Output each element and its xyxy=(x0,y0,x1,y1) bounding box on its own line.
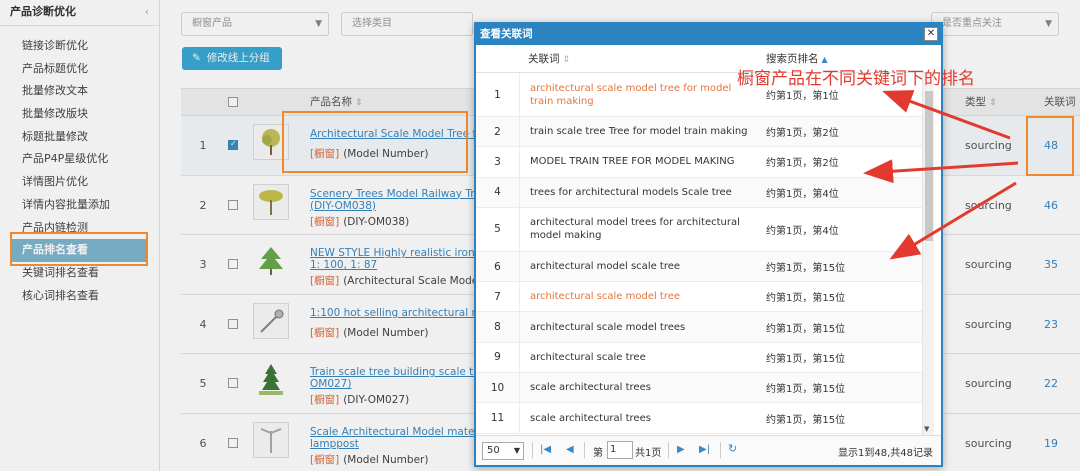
keyword-row[interactable]: 2 train scale tree Tree for model train m… xyxy=(476,117,922,148)
first-page-icon[interactable]: |◀ xyxy=(540,444,551,455)
keyword-text: architectural model trees for architectu… xyxy=(530,217,740,242)
last-page-icon[interactable]: ▶| xyxy=(699,444,710,455)
keyword-text: scale architectural trees xyxy=(530,382,651,394)
dialog-pager: 50 ▼ |◀ ◀ 第 1 共1页 ▶ ▶| ↻ 显示1到48,共48记录 xyxy=(476,435,941,465)
col-keyword-label: 关联词 xyxy=(528,53,560,65)
sort-asc-icon: ▲ xyxy=(821,55,828,64)
keyword-index: 7 xyxy=(476,282,520,312)
scroll-down-icon[interactable]: ▼ xyxy=(924,425,929,433)
keyword-index: 9 xyxy=(476,342,520,373)
keyword-row[interactable]: 3 MODEL TRAIN TREE FOR MODEL MAKING 约第1页，第… xyxy=(476,147,922,178)
keyword-index: 3 xyxy=(476,147,520,177)
highlight-keyword-count xyxy=(1026,116,1074,176)
search-rank: 约第1页，第15位 xyxy=(766,414,846,426)
keyword-row[interactable]: 11 scale architectural trees 约第1页，第15位 xyxy=(476,403,922,434)
keyword-text: architectural scale model tree xyxy=(530,291,681,303)
keyword-text: scale architectural trees xyxy=(530,412,651,424)
pager-record-info: 显示1到48,共48记录 xyxy=(838,448,933,459)
search-rank: 约第1页，第4位 xyxy=(766,188,839,200)
scrollbar-thumb[interactable] xyxy=(925,91,933,241)
pager-divider xyxy=(720,442,721,458)
caret-down-icon: ▼ xyxy=(513,446,520,455)
keyword-row[interactable]: 7 architectural scale model tree 约第1页，第15位 xyxy=(476,282,922,313)
keyword-index: 8 xyxy=(476,312,520,342)
keyword-index: 2 xyxy=(476,117,520,147)
search-rank: 约第1页，第15位 xyxy=(766,323,846,335)
dialog-table-body: 1 architectural scale model tree for mode… xyxy=(476,73,922,435)
highlight-sidebar-item xyxy=(10,232,148,266)
keyword-row[interactable]: 9 architectural scale tree 约第1页，第15位 xyxy=(476,342,922,374)
keyword-index: 4 xyxy=(476,177,520,207)
prev-page-icon[interactable]: ◀ xyxy=(566,444,574,455)
search-rank: 约第1页，第2位 xyxy=(766,128,839,140)
page-total: 共1页 xyxy=(635,448,662,459)
sort-icon: ⇕ xyxy=(562,55,571,65)
keyword-row[interactable]: 5 architectural model trees for architect… xyxy=(476,207,922,252)
keyword-row[interactable]: 10 scale architectural trees 约第1页，第15位 xyxy=(476,373,922,404)
refresh-icon[interactable]: ↻ xyxy=(728,442,737,455)
page-size-value: 50 xyxy=(487,445,500,456)
next-page-icon[interactable]: ▶ xyxy=(677,444,685,455)
annotation-text: 橱窗产品在不同关键词下的排名 xyxy=(737,69,975,89)
keyword-text: MODEL TRAIN TREE FOR MODEL MAKING xyxy=(530,156,735,168)
keyword-index: 10 xyxy=(476,373,520,403)
keyword-text: trees for architectural models Scale tre… xyxy=(530,186,732,198)
keyword-text: architectural model scale tree xyxy=(530,261,681,273)
search-rank: 约第1页，第15位 xyxy=(766,293,846,305)
keyword-text: architectural scale model tree for model… xyxy=(530,82,732,107)
search-rank: 约第1页，第15位 xyxy=(766,353,846,365)
keyword-index: 5 xyxy=(476,207,520,251)
page-prefix: 第 xyxy=(593,448,603,459)
keyword-text: train scale tree Tree for model train ma… xyxy=(530,126,748,138)
keyword-row[interactable]: 8 architectural scale model trees 约第1页，第15… xyxy=(476,312,922,343)
keyword-index: 1 xyxy=(476,73,520,116)
search-rank: 约第1页，第15位 xyxy=(766,263,846,275)
highlight-product-title xyxy=(282,111,468,173)
search-rank: 约第1页，第2位 xyxy=(766,158,839,170)
keyword-row[interactable]: 4 trees for architectural models Scale tr… xyxy=(476,177,922,208)
search-rank: 约第1页，第4位 xyxy=(766,225,839,237)
page-number-input[interactable]: 1 xyxy=(607,441,633,459)
dialog-scrollbar[interactable]: ▼ xyxy=(922,73,934,435)
dialog-title-bar: 查看关联词 ✕ xyxy=(476,24,941,45)
keyword-index: 11 xyxy=(476,403,520,433)
keyword-row[interactable]: 6 architectural model scale tree 约第1页，第15位 xyxy=(476,251,922,283)
dialog-title: 查看关联词 xyxy=(480,28,533,40)
pager-divider xyxy=(584,442,585,458)
close-icon[interactable]: ✕ xyxy=(924,27,938,41)
keyword-text: architectural scale tree xyxy=(530,351,646,363)
keyword-index: 6 xyxy=(476,251,520,282)
pager-divider xyxy=(532,442,533,458)
search-rank: 约第1页，第15位 xyxy=(766,384,846,396)
pager-divider xyxy=(668,442,669,458)
keyword-text: architectural scale model trees xyxy=(530,321,686,333)
page-size-select[interactable]: 50 ▼ xyxy=(482,442,524,460)
col-keyword[interactable]: 关联词 ⇕ xyxy=(528,45,570,74)
